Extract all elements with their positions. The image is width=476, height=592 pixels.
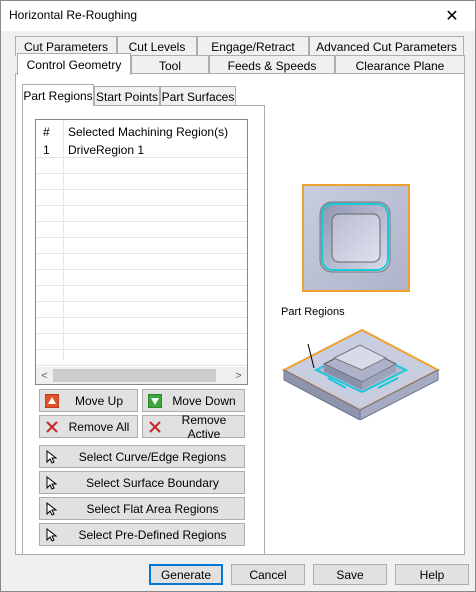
list-header: # Selected Machining Region(s) <box>36 120 247 142</box>
row-region-name: DriveRegion 1 <box>68 143 145 157</box>
part-regions-label: Part Regions <box>281 306 345 318</box>
list-row-empty <box>36 238 247 254</box>
list-row-empty <box>36 302 247 318</box>
control-geometry-panel: Part Regions Start Points Part Surfaces … <box>15 73 465 555</box>
remove-active-button[interactable]: Remove Active <box>142 412 245 441</box>
window-title: Horizontal Re-Roughing <box>9 8 138 22</box>
arrow-up-icon <box>43 392 61 410</box>
move-up-button[interactable]: Move Up <box>39 389 138 412</box>
save-button[interactable]: Save <box>313 564 387 585</box>
list-row-empty <box>36 286 247 302</box>
column-number-header: # <box>43 125 50 139</box>
part-regions-panel: # Selected Machining Region(s) 1 DriveRe… <box>22 105 265 555</box>
tab-feeds-speeds[interactable]: Feeds & Speeds <box>209 55 335 75</box>
remove-all-label: Remove All <box>68 419 130 434</box>
select-curve-edge-button[interactable]: Select Curve/Edge Regions <box>39 445 245 468</box>
x-icon <box>43 418 61 436</box>
list-row-empty <box>36 174 247 190</box>
tab-tool[interactable]: Tool <box>131 55 209 75</box>
scroll-left-arrow[interactable]: < <box>36 367 53 384</box>
tab-part-regions[interactable]: Part Regions <box>22 84 94 106</box>
list-row-empty <box>36 158 247 174</box>
list-row-empty <box>36 350 247 366</box>
generate-button[interactable]: Generate <box>149 564 223 585</box>
tab-engage-retract[interactable]: Engage/Retract <box>197 36 309 56</box>
select-surface-label: Select Surface Boundary <box>86 475 219 490</box>
arrow-down-icon <box>146 392 164 410</box>
select-surface-boundary-button[interactable]: Select Surface Boundary <box>39 471 245 494</box>
row-number: 1 <box>43 143 50 157</box>
x-icon <box>146 418 164 436</box>
list-row-empty <box>36 222 247 238</box>
remove-active-label: Remove Active <box>181 412 227 441</box>
list-row-empty <box>36 206 247 222</box>
list-row-empty <box>36 270 247 286</box>
column-name-header: Selected Machining Region(s) <box>68 125 229 139</box>
tab-part-surfaces[interactable]: Part Surfaces <box>160 86 236 106</box>
dialog-window: Horizontal Re-Roughing ✕ Cut Parameters … <box>0 0 476 592</box>
move-down-button[interactable]: Move Down <box>142 389 245 412</box>
list-row[interactable]: 1 DriveRegion 1 <box>36 142 247 158</box>
select-curve-label: Select Curve/Edge Regions <box>78 449 227 464</box>
tab-start-points[interactable]: Start Points <box>94 86 160 106</box>
tab-advanced-cut-parameters[interactable]: Advanced Cut Parameters <box>309 36 464 56</box>
scroll-thumb[interactable] <box>53 369 216 382</box>
cancel-button[interactable]: Cancel <box>231 564 305 585</box>
tab-clearance-plane[interactable]: Clearance Plane <box>335 55 465 75</box>
select-flat-area-button[interactable]: Select Flat Area Regions <box>39 497 245 520</box>
list-row-empty <box>36 254 247 270</box>
close-button[interactable]: ✕ <box>429 1 475 31</box>
select-predefined-button[interactable]: Select Pre-Defined Regions <box>39 523 245 546</box>
regions-list[interactable]: # Selected Machining Region(s) 1 DriveRe… <box>35 119 248 385</box>
title-bar: Horizontal Re-Roughing ✕ <box>1 1 475 31</box>
iso-view-illustration <box>281 328 441 420</box>
list-row-empty <box>36 334 247 350</box>
select-predefined-label: Select Pre-Defined Regions <box>78 527 227 542</box>
help-button[interactable]: Help <box>395 564 469 585</box>
cursor-icon <box>43 474 61 492</box>
list-row-empty <box>36 190 247 206</box>
move-down-label: Move Down <box>172 393 236 408</box>
cursor-icon <box>43 500 61 518</box>
tab-control-geometry[interactable]: Control Geometry <box>17 53 131 75</box>
horizontal-scrollbar[interactable]: < > <box>36 367 247 384</box>
list-row-empty <box>36 318 247 334</box>
move-up-label: Move Up <box>74 393 124 408</box>
top-view-illustration <box>302 184 410 292</box>
cursor-icon <box>43 526 61 544</box>
scroll-right-arrow[interactable]: > <box>230 367 247 384</box>
remove-all-button[interactable]: Remove All <box>39 415 138 438</box>
select-flat-label: Select Flat Area Regions <box>86 501 219 516</box>
cursor-icon <box>43 448 61 466</box>
